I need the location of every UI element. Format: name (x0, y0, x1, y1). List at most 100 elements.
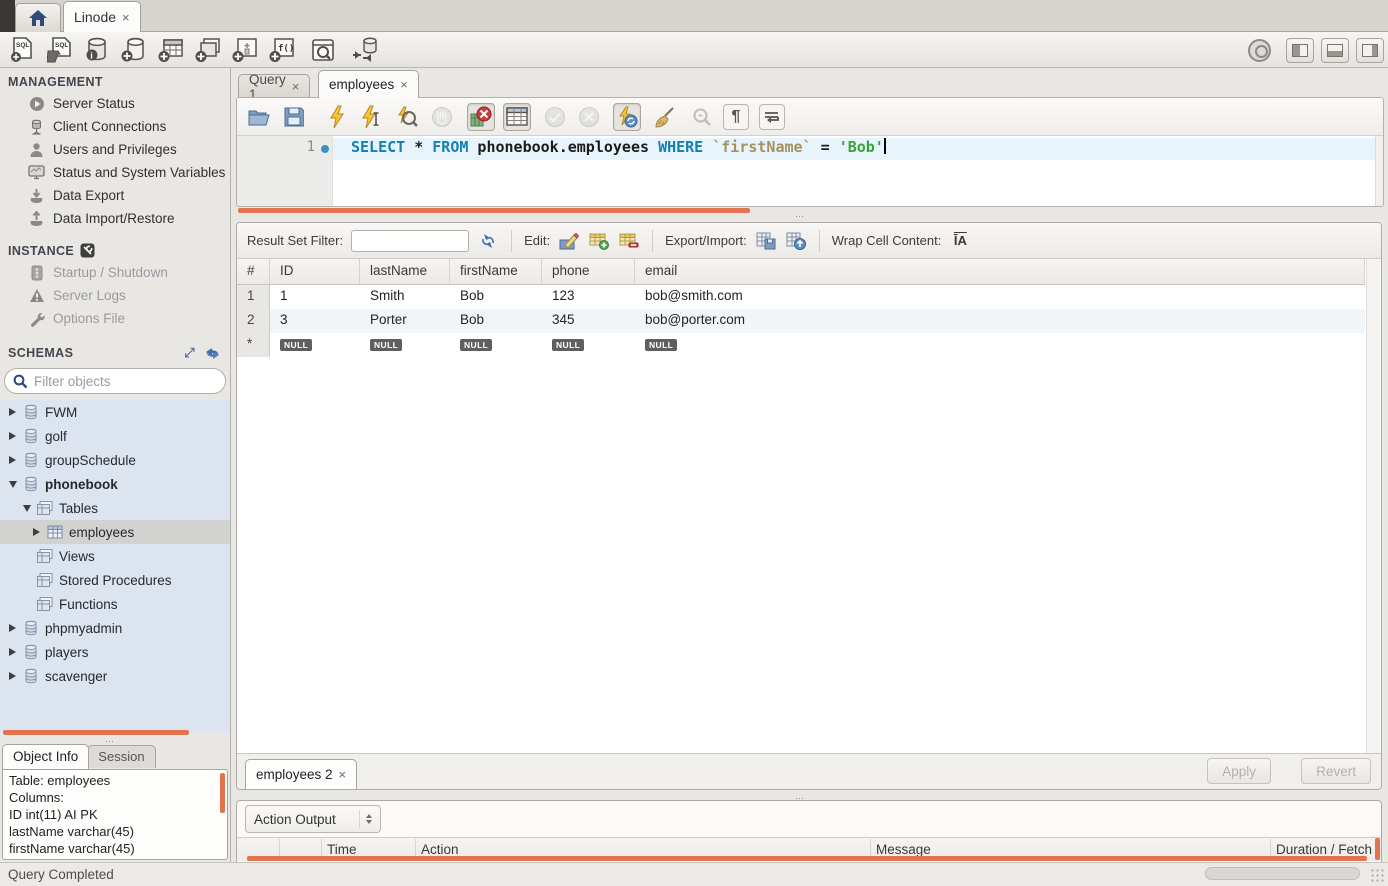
sidebar-item-users-privileges[interactable]: Users and Privileges (0, 138, 230, 161)
output-col-time[interactable]: Time (327, 842, 357, 857)
reconnect-dbms-icon[interactable] (351, 37, 377, 63)
cell-firstname[interactable]: Bob (450, 309, 542, 333)
cell-id[interactable]: 3 (270, 309, 360, 333)
cell-null[interactable]: NULL (542, 333, 635, 357)
cell-email[interactable]: bob@smith.com (635, 285, 1365, 309)
tree-item-functions[interactable]: Functions (0, 592, 230, 616)
schema-inspector-icon[interactable]: i (84, 37, 110, 63)
export-recordset-icon[interactable] (755, 231, 777, 251)
cell-firstname[interactable]: Bob (450, 285, 542, 309)
import-recordset-icon[interactable] (785, 231, 807, 251)
sidebar-item-client-connections[interactable]: Client Connections (0, 115, 230, 138)
tab-employees[interactable]: employees × (318, 70, 419, 98)
add-row-icon[interactable] (588, 231, 610, 251)
chevron-right-icon[interactable] (30, 528, 43, 536)
explain-statement-icon[interactable] (395, 105, 419, 129)
tree-item-schema[interactable]: scavenger (0, 664, 230, 688)
create-view-icon[interactable] (195, 37, 221, 63)
object-info-vscrollbar[interactable] (220, 773, 225, 813)
toggle-left-panel-button[interactable] (1286, 38, 1314, 63)
cell-id[interactable]: 1 (270, 285, 360, 309)
close-icon[interactable]: × (400, 77, 408, 92)
sidebar-item-options-file[interactable]: Options File (0, 307, 230, 330)
cell-email[interactable]: bob@porter.com (635, 309, 1365, 333)
toggle-limit-rows-icon[interactable] (503, 103, 531, 131)
sidebar-item-data-export[interactable]: Data Export (0, 184, 230, 207)
refresh-results-icon[interactable] (477, 231, 499, 251)
create-routine-icon[interactable] (232, 37, 258, 63)
tree-item-views[interactable]: Views (0, 544, 230, 568)
chevron-right-icon[interactable] (6, 672, 19, 680)
splitter-handle[interactable]: ⋯ (795, 211, 806, 222)
output-vscrollbar[interactable] (1375, 838, 1380, 860)
column-header-id[interactable]: ID (270, 259, 360, 284)
tree-item-schema-phonebook[interactable]: phonebook (0, 472, 230, 496)
tab-object-info[interactable]: Object Info (2, 744, 89, 769)
new-sql-tab-icon[interactable]: SQL (10, 37, 36, 63)
cell-phone[interactable]: 123 (542, 285, 635, 309)
save-script-icon[interactable] (282, 105, 306, 129)
table-row-new[interactable]: * NULL NULL NULL NULL NULL (237, 333, 1365, 357)
create-function-icon[interactable]: f() (269, 37, 295, 63)
output-col-duration[interactable]: Duration / Fetch (1276, 842, 1372, 857)
result-filter-input[interactable] (351, 230, 469, 252)
sidebar-item-server-logs[interactable]: Server Logs (0, 284, 230, 307)
clear-query-icon[interactable] (653, 105, 677, 129)
chevron-down-icon[interactable] (20, 505, 33, 512)
schema-filter-box[interactable] (4, 368, 226, 394)
resize-grip-icon[interactable] (1370, 868, 1384, 882)
execute-current-statement-icon[interactable] (360, 105, 384, 129)
toggle-bottom-panel-button[interactable] (1321, 38, 1349, 63)
output-col-action[interactable]: Action (421, 842, 459, 857)
delete-row-icon[interactable] (618, 231, 640, 251)
home-tab[interactable] (15, 3, 61, 32)
sidebar-item-server-status[interactable]: Server Status (0, 92, 230, 115)
output-hscrollbar[interactable] (247, 856, 1367, 861)
statusbar-scroll-thumb[interactable] (1205, 867, 1360, 880)
column-header-rownum[interactable]: # (237, 259, 270, 284)
sidebar-item-data-import[interactable]: Data Import/Restore (0, 207, 230, 230)
cell-lastname[interactable]: Porter (360, 309, 450, 333)
wrap-text-icon[interactable] (759, 104, 785, 130)
schema-filter-input[interactable] (34, 374, 194, 389)
execute-statement-icon[interactable] (325, 105, 349, 129)
tree-item-stored-procedures[interactable]: Stored Procedures (0, 568, 230, 592)
cell-null[interactable]: NULL (360, 333, 450, 357)
column-header-email[interactable]: email (635, 259, 1365, 284)
output-type-select[interactable]: Action Output (245, 805, 381, 833)
tree-item-schema[interactable]: players (0, 640, 230, 664)
sidebar-hscrollbar[interactable] (3, 730, 189, 735)
editor-vscrollbar[interactable] (1375, 136, 1383, 206)
cell-null[interactable]: NULL (270, 333, 360, 357)
column-header-lastname[interactable]: lastName (360, 259, 450, 284)
tab-query-1[interactable]: Query 1 × (238, 74, 310, 98)
chevron-right-icon[interactable] (6, 408, 19, 416)
refresh-schemas-icon[interactable] (205, 347, 220, 360)
cell-lastname[interactable]: Smith (360, 285, 450, 309)
expand-schemas-icon[interactable]: ⤢ (184, 345, 195, 361)
tree-item-schema[interactable]: golf (0, 424, 230, 448)
tree-item-table-employees[interactable]: employees (0, 520, 230, 544)
search-table-data-icon[interactable] (310, 37, 336, 63)
chevron-right-icon[interactable] (6, 432, 19, 440)
tab-session[interactable]: Session (87, 745, 155, 768)
toggle-autocommit-icon[interactable] (613, 103, 641, 131)
chevron-right-icon[interactable] (6, 648, 19, 656)
result-tab-employees-2[interactable]: employees 2 × (245, 759, 357, 789)
toggle-right-panel-button[interactable] (1356, 38, 1384, 63)
tree-item-schema[interactable]: FWM (0, 400, 230, 424)
show-invisibles-icon[interactable]: ¶ (723, 104, 749, 130)
open-sql-script-icon[interactable]: SQL (47, 37, 73, 63)
cell-phone[interactable]: 345 (542, 309, 635, 333)
toggle-stop-on-error-icon[interactable] (467, 103, 495, 131)
sql-editor-body[interactable]: 1 SELECT * FROM phonebook.employees WHER… (237, 136, 1383, 207)
table-row[interactable]: 2 3 Porter Bob 345 bob@porter.com (237, 309, 1365, 333)
chevron-right-icon[interactable] (6, 624, 19, 632)
create-schema-icon[interactable] (121, 37, 147, 63)
connection-tab-linode[interactable]: Linode × (63, 1, 141, 32)
tree-item-schema[interactable]: groupSchedule (0, 448, 230, 472)
result-grid-vscrollbar[interactable] (1366, 259, 1380, 753)
apply-button[interactable]: Apply (1207, 758, 1271, 784)
chevron-right-icon[interactable] (6, 456, 19, 464)
sidebar-item-startup-shutdown[interactable]: Startup / Shutdown (0, 261, 230, 284)
